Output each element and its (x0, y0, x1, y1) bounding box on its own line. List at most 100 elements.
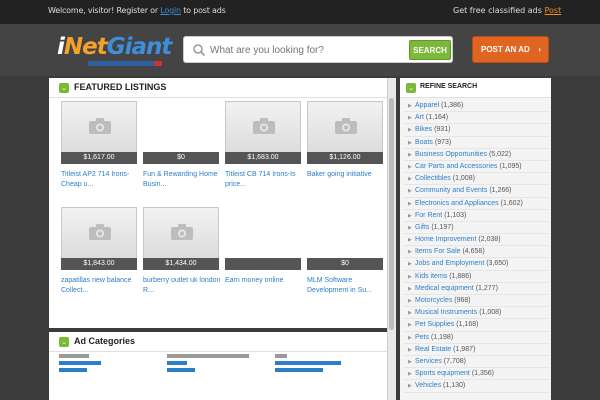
listing-title[interactable]: MLM Software Development in Su... (307, 276, 385, 296)
refine-item-name: Car Parts and Accessories (415, 162, 498, 170)
post-link[interactable]: Post (544, 6, 561, 15)
category-link[interactable] (167, 361, 187, 365)
listing-price: $1,843.00 (61, 258, 137, 270)
refine-item-count: (973) (434, 138, 452, 146)
refine-item[interactable]: ▶ Pet Supplies (1,168) (404, 319, 549, 332)
triangle-right-icon: ▶ (408, 285, 412, 292)
refine-item[interactable]: ▶ Boats (973) (404, 137, 549, 149)
triangle-right-icon: ▶ (408, 139, 412, 146)
search-button[interactable]: SEARCH (409, 40, 451, 60)
refine-item[interactable]: ▶ Medical equipment (1,277) (404, 283, 549, 295)
refine-item[interactable]: ▶ Sports equipment (1,356) (404, 368, 549, 381)
camera-icon (89, 224, 111, 240)
top-right-prefix: Get free classified ads (453, 6, 542, 15)
listing-card[interactable]: $0 Fun & Rewarding Home Busin... (143, 101, 219, 196)
welcome-prefix: Welcome, visitor! Register or (48, 6, 158, 15)
listing-card[interactable]: Earn money online (225, 207, 301, 302)
refine-item-count: (1,197) (431, 223, 454, 231)
refine-item[interactable]: ▶ Art (1,164) (404, 112, 549, 125)
listing-thumbnail[interactable] (225, 101, 301, 153)
listing-title[interactable]: zapatillas new balance Collect... (61, 276, 139, 296)
category-column (167, 354, 249, 375)
refine-item[interactable]: ▶ Car Parts and Accessories (1,095) (404, 161, 549, 174)
category-heading (167, 354, 249, 358)
scrollbar-thumb[interactable] (389, 98, 394, 330)
refine-item-name: Motorcycles (415, 297, 453, 304)
search-input[interactable] (210, 41, 400, 59)
chevron-down-icon[interactable]: ⌄ (59, 337, 69, 347)
refine-item[interactable]: ▶ Community and Events (1,266) (404, 185, 549, 198)
refine-item[interactable]: ▶ Jobs and Employment (3,650) (404, 258, 549, 271)
category-link[interactable] (167, 368, 195, 372)
listing-card[interactable]: $1,843.00 zapatillas new balance Collect.… (61, 207, 137, 302)
refine-item[interactable]: ▶ Electronics and Appliances (1,602) (404, 198, 549, 210)
refine-item-name: Home Improvement (415, 236, 477, 244)
triangle-right-icon: ▶ (408, 212, 412, 219)
site-logo[interactable]: iNetGiant (57, 34, 172, 60)
refine-item-count: (7,708) (443, 357, 466, 365)
category-link[interactable] (59, 368, 87, 372)
listing-card[interactable]: $1,126.00 Baker going initiative (307, 101, 383, 196)
refine-item[interactable]: ▶ Real Estate (1,987) (404, 344, 549, 356)
refine-item[interactable]: ▶ Motorcycles (968) (404, 295, 549, 308)
refine-item-name: Electronics and Appliances (415, 199, 499, 207)
category-link[interactable] (59, 361, 101, 365)
triangle-right-icon: ▶ (408, 261, 412, 268)
refine-item[interactable]: ▶ Vehicles (1,130) (404, 380, 549, 393)
listing-thumbnail[interactable] (143, 207, 219, 259)
refine-item-count: (1,356) (471, 370, 495, 378)
refine-item[interactable]: ▶ Bikes (931) (404, 124, 549, 137)
listing-title[interactable]: Fun & Rewarding Home Busin... (143, 170, 221, 190)
listing-thumbnail[interactable] (307, 101, 383, 153)
refine-item[interactable]: ▶ Services (7,708) (404, 356, 549, 369)
listing-thumbnail[interactable] (61, 207, 137, 259)
refine-item-name: Services (415, 357, 442, 365)
refine-item[interactable]: ▶ Business Opportunities (5,022) (404, 149, 549, 161)
refine-item-name: Medical equipment (415, 284, 474, 292)
login-link[interactable]: Login (160, 6, 181, 15)
refine-item-name: Apparel (415, 102, 440, 109)
refine-item-name: Pet Supplies (415, 321, 455, 329)
triangle-right-icon: ▶ (408, 163, 412, 170)
chevron-down-icon[interactable]: ⌄ (406, 83, 416, 93)
chevron-down-icon[interactable]: ⌄ (59, 83, 69, 93)
listing-title[interactable]: Earn money online (225, 276, 303, 286)
refine-item-count: (3,650) (486, 260, 509, 268)
refine-item[interactable]: ▶ Items For Sale (4,658) (404, 246, 549, 259)
listing-card[interactable]: $1,434.00 burberry outlet uk london R... (143, 207, 221, 302)
refine-title: REFINE SEARCH (420, 83, 478, 90)
refine-item-name: For Rent (415, 211, 443, 219)
category-link[interactable] (275, 368, 323, 372)
triangle-right-icon: ▶ (408, 237, 412, 244)
refine-item-name: Kids items (415, 272, 448, 280)
refine-item-count: (931) (434, 126, 451, 134)
refine-item[interactable]: ▶ Collectibles (1,008) (404, 173, 549, 186)
refine-item-count: (1,008) (452, 175, 475, 183)
refine-item-count: (1,103) (444, 211, 467, 219)
listing-title[interactable]: burberry outlet uk london R... (143, 276, 221, 296)
listing-title[interactable]: Titleist AP2 714 Irons-Cheap u... (61, 170, 139, 190)
refine-item[interactable]: ▶ Gifts (1,197) (404, 222, 549, 235)
refine-item[interactable]: ▶ Home Improvement (2,038) (404, 234, 549, 247)
category-column (275, 354, 345, 375)
listing-card[interactable]: $1,683.00 Titleist CB 714 Irons-Is price.… (225, 101, 301, 196)
refine-item[interactable]: ▶ Apparel (1,386) (404, 100, 549, 113)
refine-item-count: (1,130) (443, 382, 466, 390)
refine-item-name: Art (415, 114, 424, 122)
refine-item-count: (1,168) (456, 321, 479, 329)
refine-item-name: Community and Events (415, 187, 488, 195)
listing-card[interactable]: $1,617.00 Titleist AP2 714 Irons-Cheap u.… (61, 101, 137, 196)
top-bar: Welcome, visitor! Register or Login to p… (0, 0, 600, 24)
category-link[interactable] (275, 361, 341, 365)
refine-item[interactable]: ▶ For Rent (1,103) (404, 210, 549, 222)
listing-thumbnail[interactable] (61, 101, 137, 153)
refine-item[interactable]: ▶ Musical Instruments (1,008) (404, 307, 549, 320)
listing-title[interactable]: Titleist CB 714 Irons-Is price... (225, 170, 303, 190)
refine-item[interactable]: ▶ Kids items (1,886) (404, 271, 549, 283)
listing-card[interactable]: $0 MLM Software Development in Su... (307, 207, 383, 302)
refine-item[interactable]: ▶ Pets (1,198) (404, 332, 549, 344)
post-an-ad-button[interactable]: POST AN AD › (472, 36, 549, 63)
refine-item-count: (1,198) (430, 333, 454, 341)
listing-title[interactable]: Baker going initiative (307, 170, 385, 180)
listing-price (225, 258, 301, 270)
